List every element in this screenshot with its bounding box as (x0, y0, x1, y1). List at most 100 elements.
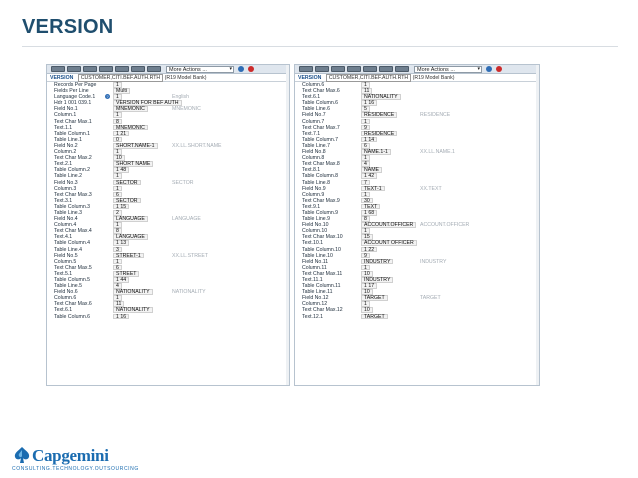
field-value-input[interactable]: 6 (361, 142, 370, 149)
field-value-input[interactable]: 1 (361, 228, 370, 234)
field-value-input[interactable]: 10 (361, 270, 373, 277)
field-value-input[interactable]: 2 (113, 209, 122, 216)
field-value-input[interactable]: 1 (361, 191, 370, 198)
field-value-input[interactable]: STREET (113, 270, 140, 277)
field-value-input[interactable]: STREET-1 (113, 252, 144, 259)
field-value-input[interactable]: 1 13 (113, 240, 130, 247)
field-value-input[interactable]: 6 (113, 191, 122, 198)
scrollbar[interactable] (286, 65, 289, 385)
field-value-input[interactable]: NATIONALITY (361, 94, 401, 100)
field-value-input[interactable]: 1 68 (361, 209, 378, 216)
field-value-input[interactable]: 9 (361, 124, 370, 131)
field-value-input[interactable]: INDUSTRY (361, 277, 394, 283)
field-value-input[interactable]: 10 (113, 155, 125, 161)
field-value-input[interactable]: 1 (361, 264, 370, 271)
field-value-input[interactable]: 1 15 (113, 203, 130, 210)
field-value-input[interactable]: NAME (361, 167, 382, 173)
commit-button[interactable] (51, 66, 65, 72)
field-value-input[interactable]: 1 48 (113, 167, 130, 173)
print-button[interactable] (395, 66, 409, 72)
field-value-input[interactable]: NAME.1-1 (361, 149, 391, 155)
help-icon[interactable]: ? (105, 94, 110, 100)
field-value-input[interactable]: 0 (113, 136, 122, 143)
print-button[interactable] (147, 66, 161, 72)
field-value-input[interactable]: 1 16 (113, 313, 130, 320)
field-value-input[interactable]: ACCOUNT OFFICER (361, 240, 417, 247)
field-value-input[interactable]: NATIONALITY (113, 289, 153, 295)
field-value-input[interactable]: 1 22 (361, 246, 378, 253)
reverse-button[interactable] (131, 66, 145, 72)
delete-button[interactable] (347, 66, 361, 72)
field-value-input[interactable]: LANGUAGE (113, 234, 148, 240)
field-value-input[interactable]: 1 21 (113, 130, 130, 137)
reverse-button[interactable] (379, 66, 393, 72)
scrollbar[interactable] (536, 65, 539, 385)
field-value-input[interactable]: 1 (361, 118, 370, 125)
field-value-input[interactable]: TARGET (361, 313, 388, 320)
go-icon[interactable] (486, 66, 492, 72)
field-value-input[interactable]: 1 16 (361, 100, 378, 106)
more-actions-select[interactable]: More Actions ... ▾ (166, 65, 234, 73)
authorise-button[interactable] (363, 66, 377, 72)
field-value-input[interactable]: 1 (361, 82, 370, 88)
help-icon[interactable] (496, 66, 502, 72)
field-value-input[interactable]: SHORT.NAME-1 (113, 142, 158, 149)
field-value-input[interactable]: 1 14 (361, 136, 378, 143)
field-value-input[interactable]: 1 42 (361, 173, 378, 179)
field-value-input[interactable]: TEXT (361, 203, 381, 210)
field-value-input[interactable]: LANGUAGE (113, 216, 148, 222)
field-value-input[interactable]: 1 44 (113, 277, 130, 283)
field-value-input[interactable]: 1 (113, 149, 122, 155)
validate-button[interactable] (315, 66, 329, 72)
delete-button[interactable] (99, 66, 113, 72)
field-value-input[interactable]: 3 (113, 246, 122, 253)
field-value-input[interactable]: 11 (361, 88, 373, 94)
field-value-input[interactable]: MNEMONIC (113, 124, 148, 131)
field-value-input[interactable]: 7 (361, 179, 370, 186)
field-value-input[interactable]: 1 (113, 94, 122, 100)
field-value-input[interactable]: 1 (113, 82, 122, 88)
field-value-input[interactable]: 10 (361, 307, 373, 314)
hold-button[interactable] (331, 66, 345, 72)
field-value-input[interactable]: 5 (361, 106, 370, 112)
authorise-button[interactable] (115, 66, 129, 72)
field-value-input[interactable]: RESIDENCE (361, 130, 398, 137)
field-value-input[interactable]: 11 (113, 301, 125, 307)
validate-button[interactable] (67, 66, 81, 72)
field-value-input[interactable]: SHORT NAME (113, 161, 154, 167)
field-value-input[interactable]: 15 (361, 234, 373, 240)
field-value-input[interactable]: VERSION FOR BEF AUTH (113, 100, 182, 106)
field-value-input[interactable]: MNEMONIC (113, 106, 148, 112)
field-value-input[interactable]: 8 (113, 228, 122, 234)
field-value-input[interactable]: 4 (361, 161, 370, 167)
help-icon[interactable] (248, 66, 254, 72)
field-value-input[interactable]: TEXT-1 (361, 185, 385, 192)
field-value-input[interactable]: NATIONALITY (113, 307, 153, 314)
field-value-input[interactable]: 1 (113, 173, 122, 179)
field-value-input[interactable]: 4 (113, 283, 122, 289)
field-value-input[interactable]: 9 (361, 252, 370, 259)
field-value-input[interactable]: ACCOUNT.OFFICER (361, 222, 417, 228)
field-value-input[interactable]: 10 (361, 289, 373, 295)
field-value-input[interactable]: 1 (113, 258, 122, 265)
field-value-input[interactable]: 1 (361, 301, 370, 307)
field-value-input[interactable]: 1 (113, 112, 122, 119)
commit-button[interactable] (299, 66, 313, 72)
go-icon[interactable] (238, 66, 244, 72)
field-value-input[interactable]: SECTOR (113, 179, 141, 186)
field-value-input[interactable]: 6 (113, 264, 122, 271)
field-value-input[interactable]: 1 (113, 295, 122, 301)
field-value-input[interactable]: 8 (361, 216, 370, 222)
field-value-input[interactable]: 1 (113, 222, 122, 228)
field-value-input[interactable]: 8 (113, 118, 122, 125)
field-value-input[interactable]: INDUSTRY (361, 258, 394, 265)
field-value-input[interactable]: 30 (361, 197, 373, 204)
more-actions-select[interactable]: More Actions ... ▾ (414, 65, 482, 73)
field-value-input[interactable]: SECTOR (113, 197, 141, 204)
field-value-input[interactable]: Multi (113, 88, 130, 94)
field-value-input[interactable]: 1 17 (361, 283, 378, 289)
field-value-input[interactable]: TARGET (361, 295, 388, 301)
field-value-input[interactable]: RESIDENCE (361, 112, 398, 119)
hold-button[interactable] (83, 66, 97, 72)
field-value-input[interactable]: 1 (361, 155, 370, 161)
